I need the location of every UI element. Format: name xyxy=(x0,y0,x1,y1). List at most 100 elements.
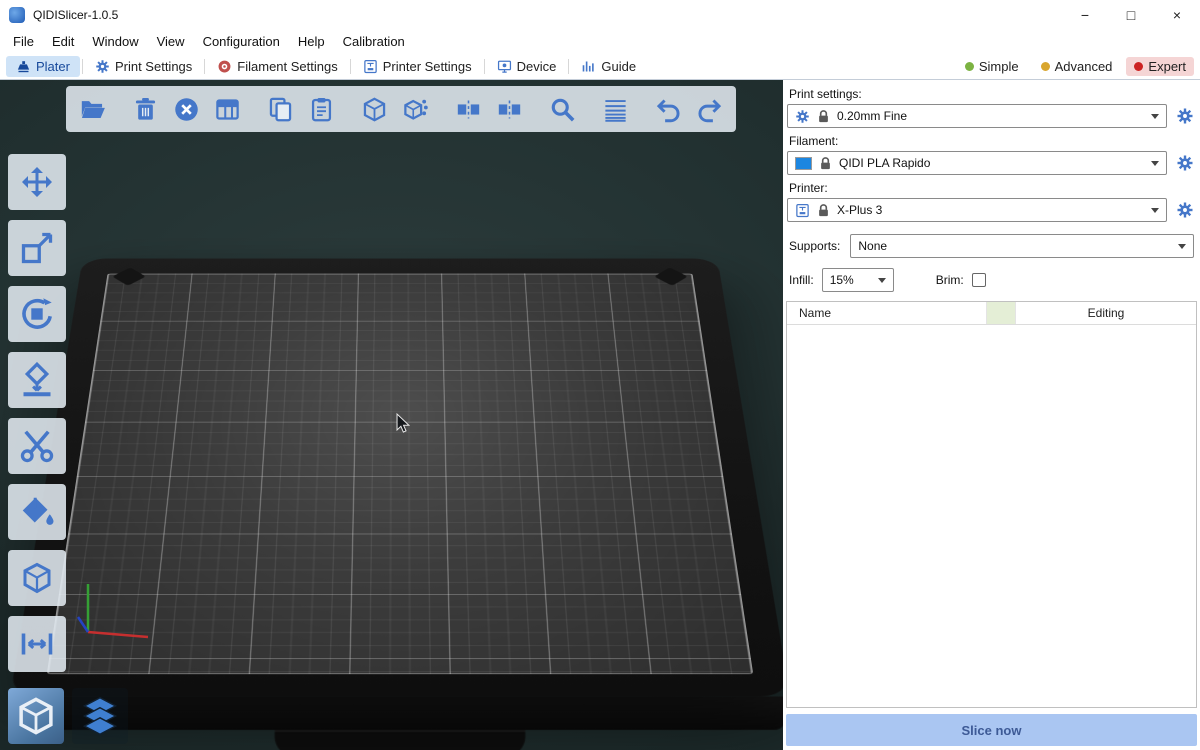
redo-button[interactable] xyxy=(691,90,728,128)
filament-label: Filament: xyxy=(789,134,1194,148)
printer-icon xyxy=(363,59,378,74)
object-list-header: Name Editing xyxy=(787,302,1196,325)
arrange-grid-icon xyxy=(214,96,241,123)
top-toolbar xyxy=(66,86,736,132)
paste-button[interactable] xyxy=(303,90,340,128)
column-header-name: Name xyxy=(787,302,987,324)
infill-label: Infill: xyxy=(789,273,814,287)
menu-calibration[interactable]: Calibration xyxy=(334,32,414,51)
bed-front-skirt xyxy=(14,696,783,729)
print-settings-select[interactable]: 0.20mm Fine xyxy=(787,104,1167,128)
edit-printer-button[interactable] xyxy=(1174,198,1196,222)
delete-button[interactable] xyxy=(127,90,164,128)
close-button[interactable]: × xyxy=(1154,0,1200,30)
chevron-down-icon xyxy=(1178,244,1186,253)
gear-icon xyxy=(1176,154,1194,172)
editor-view-button[interactable] xyxy=(8,688,64,744)
object-list-body[interactable] xyxy=(787,325,1196,707)
mode-simple[interactable]: Simple xyxy=(957,57,1027,76)
menu-configuration[interactable]: Configuration xyxy=(194,32,289,51)
mode-advanced-label: Advanced xyxy=(1055,59,1113,74)
brim-checkbox[interactable] xyxy=(972,273,986,287)
tab-print-settings[interactable]: Print Settings xyxy=(85,56,202,77)
scale-gizmo-button[interactable] xyxy=(8,220,66,276)
viewport-3d[interactable] xyxy=(0,80,783,750)
tab-plater-label: Plater xyxy=(36,59,70,74)
paint-gizmo-button[interactable] xyxy=(8,484,66,540)
move-gizmo-button[interactable] xyxy=(8,154,66,210)
place-on-face-button[interactable] xyxy=(8,352,66,408)
tab-separator xyxy=(484,59,485,74)
preview-view-button[interactable] xyxy=(72,688,128,744)
edit-filament-button[interactable] xyxy=(1174,151,1196,175)
advanced-mode-dot-icon xyxy=(1041,62,1050,71)
filament-color-swatch xyxy=(795,157,812,170)
tab-guide[interactable]: Guide xyxy=(571,56,646,77)
add-instance-button[interactable] xyxy=(356,90,393,128)
mouse-cursor-icon xyxy=(392,412,414,434)
search-button[interactable] xyxy=(544,90,581,128)
menu-view[interactable]: View xyxy=(148,32,194,51)
menu-help[interactable]: Help xyxy=(289,32,334,51)
supports-select[interactable]: None xyxy=(850,234,1194,258)
printer-icon xyxy=(795,203,810,218)
plater-icon xyxy=(16,59,31,74)
chevron-down-icon xyxy=(1151,114,1159,123)
tab-device[interactable]: Device xyxy=(487,56,567,77)
undo-icon xyxy=(655,96,682,123)
tab-plater[interactable]: Plater xyxy=(6,56,80,77)
distance-gizmo-button[interactable] xyxy=(8,616,66,672)
tab-printer-settings[interactable]: Printer Settings xyxy=(353,56,482,77)
device-monitor-icon xyxy=(497,59,512,74)
open-project-button[interactable] xyxy=(74,90,111,128)
distance-ruler-icon xyxy=(19,626,55,662)
measure-gizmo-button[interactable] xyxy=(8,550,66,606)
object-list[interactable]: Name Editing xyxy=(786,301,1197,708)
tab-separator xyxy=(204,59,205,74)
tab-separator xyxy=(82,59,83,74)
delete-all-button[interactable] xyxy=(168,90,205,128)
undo-button[interactable] xyxy=(650,90,687,128)
variable-layer-height-button[interactable] xyxy=(597,90,634,128)
column-header-editing: Editing xyxy=(1016,302,1196,324)
cut-gizmo-button[interactable] xyxy=(8,418,66,474)
bed-front-tab xyxy=(275,730,526,750)
menu-file[interactable]: File xyxy=(4,32,43,51)
split-to-objects-button[interactable] xyxy=(450,90,487,128)
arrange-button[interactable] xyxy=(209,90,246,128)
move-icon xyxy=(19,164,55,200)
guide-icon xyxy=(581,59,596,74)
lock-icon xyxy=(816,203,831,218)
measure-cube-icon xyxy=(19,560,55,596)
mode-selector: Simple Advanced Expert xyxy=(957,57,1194,76)
tab-guide-label: Guide xyxy=(601,59,636,74)
slice-now-button[interactable]: Slice now xyxy=(786,714,1197,746)
mode-expert[interactable]: Expert xyxy=(1126,57,1194,76)
split-objects-icon xyxy=(455,96,482,123)
copy-icon xyxy=(267,96,294,123)
menu-window[interactable]: Window xyxy=(83,32,147,51)
mode-advanced[interactable]: Advanced xyxy=(1033,57,1121,76)
brim-label: Brim: xyxy=(936,273,964,287)
filament-select[interactable]: QIDI PLA Rapido xyxy=(787,151,1167,175)
remove-instance-button[interactable] xyxy=(397,90,434,128)
minimize-button[interactable]: − xyxy=(1062,0,1108,30)
menu-edit[interactable]: Edit xyxy=(43,32,83,51)
filament-value: QIDI PLA Rapido xyxy=(839,156,930,170)
menubar: File Edit Window View Configuration Help… xyxy=(0,30,1200,53)
tab-device-label: Device xyxy=(517,59,557,74)
tab-filament-settings[interactable]: Filament Settings xyxy=(207,56,347,77)
paste-icon xyxy=(308,96,335,123)
split-to-parts-button[interactable] xyxy=(491,90,528,128)
infill-select[interactable]: 15% xyxy=(822,268,894,292)
copy-button[interactable] xyxy=(262,90,299,128)
rotate-gizmo-button[interactable] xyxy=(8,286,66,342)
sidebar: Print settings: 0.20mm Fine Filament: QI… xyxy=(783,80,1200,750)
chevron-down-icon xyxy=(1151,161,1159,170)
column-header-extruder xyxy=(987,302,1016,324)
edit-print-settings-button[interactable] xyxy=(1174,104,1196,128)
tabbar: Plater Print Settings Filament Settings … xyxy=(0,53,1200,80)
tab-separator xyxy=(350,59,351,74)
printer-select[interactable]: X-Plus 3 xyxy=(787,198,1167,222)
maximize-button[interactable]: □ xyxy=(1108,0,1154,30)
